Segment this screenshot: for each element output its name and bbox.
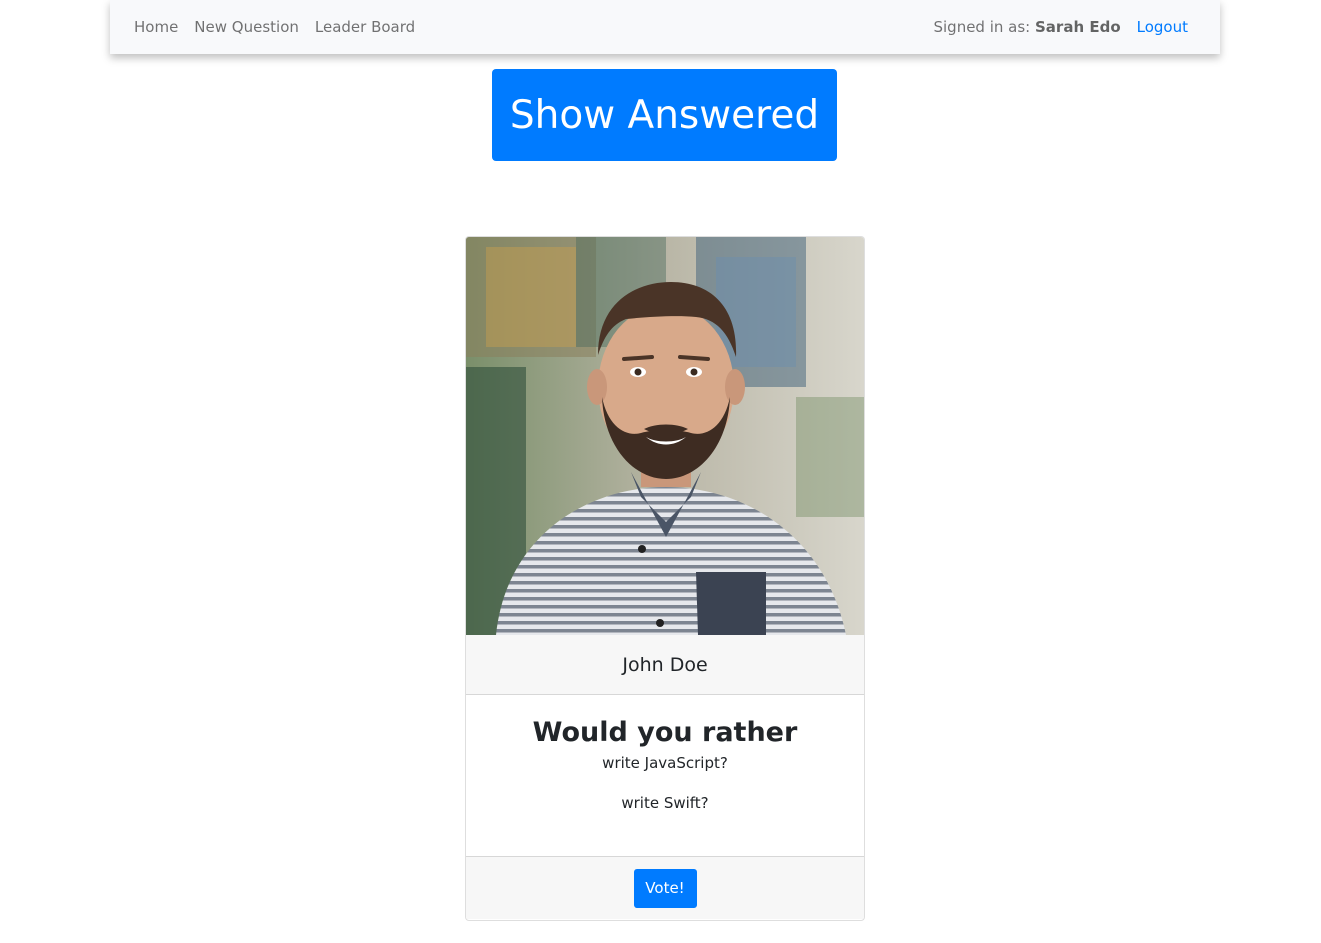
- show-answered-button[interactable]: Show Answered: [492, 69, 837, 161]
- user-area: Signed in as: Sarah Edo Logout: [933, 18, 1188, 36]
- signed-in-text: Signed in as: Sarah Edo: [933, 18, 1120, 36]
- nav-links: Home New Question Leader Board: [126, 18, 423, 36]
- option-two-text: write Swift?: [621, 794, 709, 812]
- author-avatar: [466, 237, 864, 635]
- top-navbar: Home New Question Leader Board Signed in…: [110, 0, 1220, 54]
- nav-link-new-question[interactable]: New Question: [186, 18, 307, 36]
- signed-in-user-name: Sarah Edo: [1035, 18, 1121, 36]
- card-question-title: Would you rather: [532, 717, 798, 748]
- vote-button[interactable]: Vote!: [633, 868, 697, 908]
- nav-link-home[interactable]: Home: [126, 18, 186, 36]
- signed-in-prefix: Signed in as:: [933, 18, 1035, 36]
- card-body: Would you rather write JavaScript? write…: [466, 695, 864, 856]
- question-card: John Doe Would you rather write JavaScri…: [465, 236, 865, 921]
- card-author-name: John Doe: [466, 635, 864, 695]
- card-footer: Vote!: [466, 856, 864, 919]
- logout-link[interactable]: Logout: [1137, 18, 1188, 36]
- option-one-text: write JavaScript?: [602, 754, 728, 772]
- nav-link-leader-board[interactable]: Leader Board: [307, 18, 423, 36]
